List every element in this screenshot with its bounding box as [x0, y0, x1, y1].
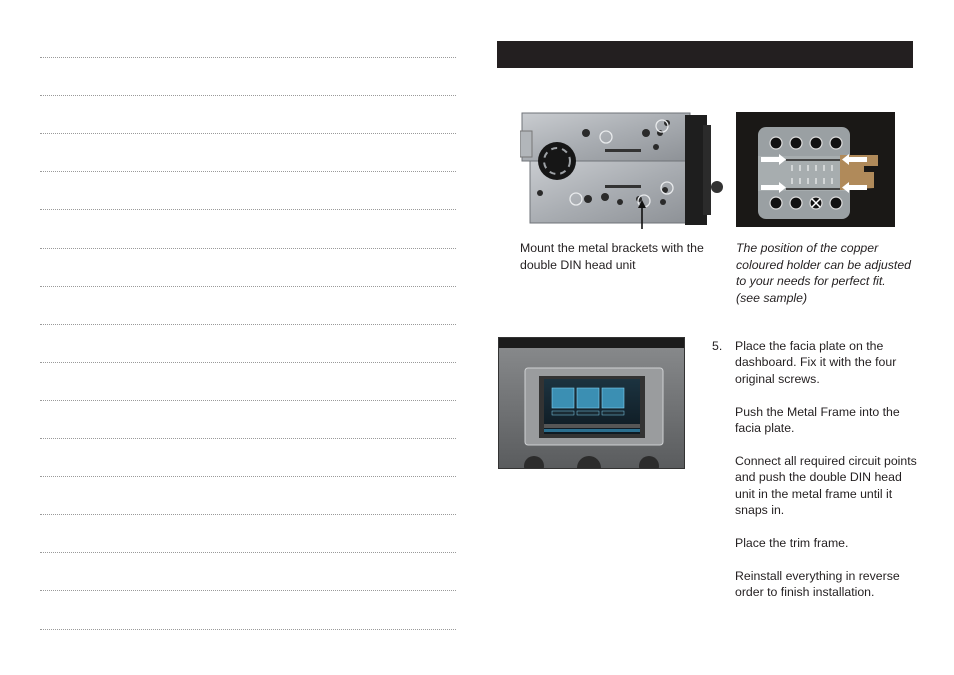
note-line — [40, 95, 456, 97]
note-line — [40, 323, 456, 325]
note-line — [40, 476, 456, 478]
photo-installed-dashboard — [498, 337, 685, 469]
note-line — [40, 399, 456, 401]
step-paragraph: Connect all required circuit points and … — [735, 453, 917, 518]
note-line — [40, 552, 456, 554]
note-line — [40, 438, 456, 439]
step-paragraph: Reinstall everything in reverse order to… — [735, 568, 900, 600]
caption-line: to your needs for perfect fit. — [736, 274, 886, 288]
head-unit-illustration — [520, 112, 723, 229]
note-line — [40, 628, 456, 630]
step-number: 5. — [712, 339, 723, 353]
caption-copper-holder: The position of the copper coloured hold… — [736, 240, 921, 306]
notes-area — [40, 0, 456, 675]
caption-mount-brackets: Mount the metal brackets with the double… — [520, 241, 704, 272]
step-paragraph: Place the facia plate on the dashboard. … — [735, 339, 897, 386]
note-line — [40, 247, 456, 249]
note-line — [40, 171, 456, 173]
caption-line: coloured holder can be adjusted — [736, 257, 912, 272]
bracket-plate-illustration — [758, 127, 878, 219]
caption-line: The position of the copper — [736, 241, 879, 255]
dashboard-illustration — [499, 338, 684, 468]
note-line — [40, 285, 456, 287]
step-paragraph: Place the trim frame. — [735, 535, 849, 550]
note-line — [40, 590, 456, 592]
note-line — [40, 514, 456, 516]
note-line — [40, 361, 456, 363]
note-line — [40, 209, 456, 211]
photo-head-unit-brackets — [520, 111, 724, 229]
caption-line: (see sample) — [736, 290, 808, 305]
step-paragraph: Push the Metal Frame into the facia plat… — [735, 404, 900, 436]
section-header-bar — [497, 41, 913, 68]
note-line — [40, 133, 456, 135]
note-line — [40, 57, 456, 58]
step-body: Place the facia plate on the dashboard. … — [735, 338, 925, 617]
photo-bracket-plate — [736, 112, 895, 227]
